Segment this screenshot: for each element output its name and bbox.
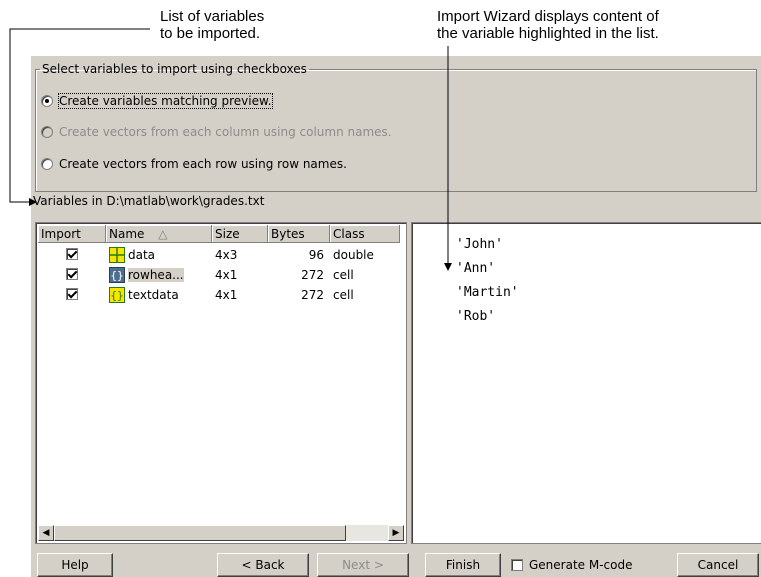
callout-leader-lines	[9, 28, 452, 271]
callout-arrow	[9, 28, 150, 206]
